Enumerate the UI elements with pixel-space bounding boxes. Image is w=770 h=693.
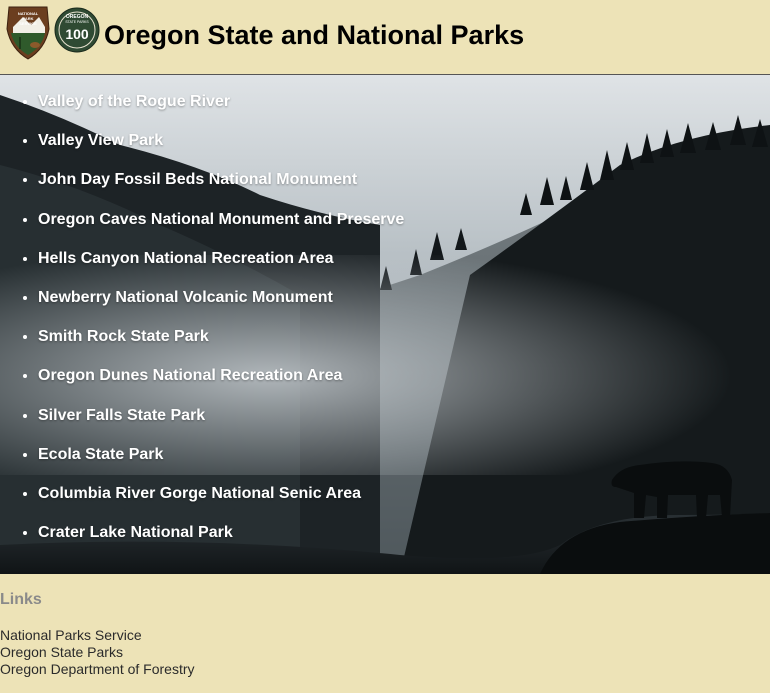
park-item: Columbia River Gorge National Senic Area [38, 485, 404, 524]
page-title: Oregon State and National Parks [104, 20, 525, 50]
link-national-parks-service[interactable]: National Parks Service [0, 627, 195, 644]
svg-text:STATE PARKS: STATE PARKS [65, 20, 89, 24]
svg-text:100: 100 [65, 26, 89, 42]
park-item: Newberry National Volcanic Monument [38, 289, 404, 328]
park-item: Silver Falls State Park [38, 407, 404, 446]
link-oregon-state-parks[interactable]: Oregon State Parks [0, 644, 195, 661]
links-heading: Links [0, 591, 42, 608]
park-item: Oregon Dunes National Recreation Area [38, 367, 404, 406]
link-oregon-department-of-forestry[interactable]: Oregon Department of Forestry [0, 661, 195, 678]
park-item: Crater Lake National Park [38, 524, 404, 563]
park-item: John Day Fossil Beds National Monument [38, 171, 404, 210]
park-item: Ecola State Park [38, 446, 404, 485]
park-list: Valley of the Rogue River Valley View Pa… [0, 93, 404, 563]
park-item: Valley of the Rogue River [38, 93, 404, 132]
svg-text:SERVICE: SERVICE [19, 21, 37, 26]
hero-banner: Valley of the Rogue River Valley View Pa… [0, 74, 770, 574]
park-item: Oregon Caves National Monument and Prese… [38, 211, 404, 250]
park-item: Hells Canyon National Recreation Area [38, 250, 404, 289]
nps-arrowhead-logo[interactable]: NATIONAL PARK SERVICE [5, 3, 51, 60]
park-item: Valley View Park [38, 132, 404, 171]
header: NATIONAL PARK SERVICE OREGON STATE PARKS… [0, 0, 770, 74]
park-item: Smith Rock State Park [38, 328, 404, 367]
oregon-state-parks-100-logo[interactable]: OREGON STATE PARKS 100 [54, 7, 100, 53]
links-list: National Parks Service Oregon State Park… [0, 627, 195, 678]
